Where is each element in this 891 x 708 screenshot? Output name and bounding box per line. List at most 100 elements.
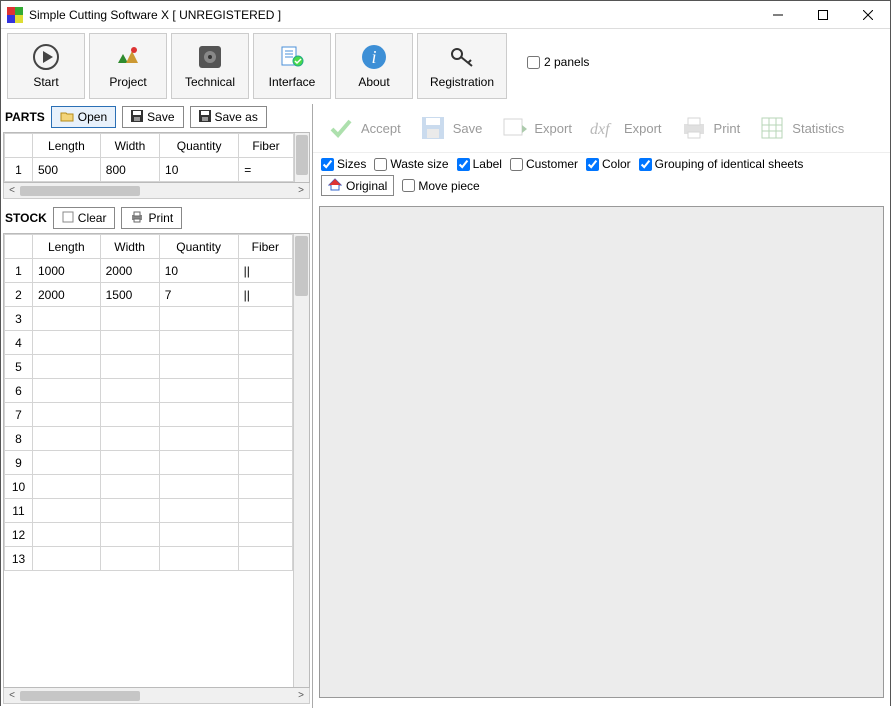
movepiece-checkbox[interactable] [402,179,415,192]
cell-fiber[interactable]: || [238,259,292,283]
accept-button[interactable]: Accept [319,108,409,148]
cell-quantity[interactable] [159,379,238,403]
registration-button[interactable]: Registration [417,33,507,99]
table-row[interactable]: 3 [5,307,293,331]
row-header[interactable]: 13 [5,547,33,571]
cell-width[interactable]: 800 [100,158,159,182]
row-header[interactable]: 1 [5,259,33,283]
cell-width[interactable] [100,523,159,547]
parts-col-quantity[interactable]: Quantity [160,134,239,158]
cell-length[interactable] [33,355,101,379]
original-button[interactable]: Original [321,175,394,196]
cell-quantity[interactable] [159,475,238,499]
parts-save-button[interactable]: Save [122,106,183,128]
cell-quantity[interactable]: 7 [159,283,238,307]
cell-quantity[interactable]: 10 [159,259,238,283]
cell-width[interactable] [100,547,159,571]
close-button[interactable] [845,1,890,29]
cell-quantity[interactable] [159,547,238,571]
stock-col-width[interactable]: Width [100,235,159,259]
grouping-checkbox[interactable] [639,158,652,171]
sizes-checkbox[interactable] [321,158,334,171]
cell-length[interactable] [33,379,101,403]
waste-checkbox[interactable] [374,158,387,171]
stock-col-quantity[interactable]: Quantity [159,235,238,259]
cell-length[interactable]: 1000 [33,259,101,283]
row-header[interactable]: 9 [5,451,33,475]
stock-col-length[interactable]: Length [33,235,101,259]
table-row[interactable]: 2 2000 1500 7 || [5,283,293,307]
cell-width[interactable] [100,403,159,427]
cell-width[interactable] [100,307,159,331]
stock-grid[interactable]: Length Width Quantity Fiber 1 1000 2000 … [3,233,310,688]
stock-clear-button[interactable]: Clear [53,207,116,229]
parts-horizontal-scrollbar[interactable]: < > [3,183,310,199]
parts-vertical-scrollbar[interactable] [294,133,309,182]
cell-width[interactable] [100,451,159,475]
scroll-left-icon[interactable]: < [6,185,18,196]
export-dxf-button[interactable]: dxf Export [582,108,670,148]
cell-quantity[interactable] [159,451,238,475]
row-header[interactable]: 1 [5,158,33,182]
cell-width[interactable] [100,331,159,355]
two-panels-checkbox[interactable] [527,56,540,69]
about-button[interactable]: i About [335,33,413,99]
row-header[interactable]: 12 [5,523,33,547]
cell-fiber[interactable]: || [238,283,292,307]
cell-length[interactable]: 2000 [33,283,101,307]
row-header[interactable]: 11 [5,499,33,523]
color-checkbox[interactable] [586,158,599,171]
cell-fiber[interactable] [238,379,292,403]
row-header[interactable]: 2 [5,283,33,307]
table-row[interactable]: 8 [5,427,293,451]
export-image-button[interactable]: Export [492,108,580,148]
cell-fiber[interactable] [238,451,292,475]
start-button[interactable]: Start [7,33,85,99]
cell-quantity[interactable] [159,427,238,451]
table-row[interactable]: 13 [5,547,293,571]
cell-fiber[interactable] [238,307,292,331]
table-row[interactable]: 9 [5,451,293,475]
cell-fiber[interactable] [238,403,292,427]
preview-canvas[interactable] [319,206,884,698]
cell-quantity[interactable] [159,307,238,331]
row-header[interactable]: 10 [5,475,33,499]
cell-width[interactable]: 2000 [100,259,159,283]
row-header[interactable]: 7 [5,403,33,427]
parts-saveas-button[interactable]: Save as [190,106,267,128]
cell-quantity[interactable]: 10 [160,158,239,182]
row-header[interactable]: 5 [5,355,33,379]
row-header[interactable]: 6 [5,379,33,403]
cell-length[interactable] [33,523,101,547]
row-header[interactable]: 4 [5,331,33,355]
stock-print-button[interactable]: Print [121,207,182,229]
stock-col-fiber[interactable]: Fiber [238,235,292,259]
stock-horizontal-scrollbar[interactable]: < > [3,688,310,704]
cell-length[interactable] [33,403,101,427]
cell-length[interactable] [33,427,101,451]
cell-quantity[interactable] [159,355,238,379]
parts-col-width[interactable]: Width [100,134,159,158]
table-row[interactable]: 10 [5,475,293,499]
minimize-button[interactable] [755,1,800,29]
cell-fiber[interactable] [238,523,292,547]
cell-fiber[interactable] [238,355,292,379]
cell-length[interactable] [33,499,101,523]
cell-fiber[interactable] [238,499,292,523]
cell-fiber[interactable]: = [239,158,294,182]
table-row[interactable]: 6 [5,379,293,403]
cell-width[interactable]: 1500 [100,283,159,307]
cell-quantity[interactable] [159,331,238,355]
cell-length[interactable] [33,475,101,499]
cell-quantity[interactable] [159,499,238,523]
cell-length[interactable] [33,331,101,355]
cell-width[interactable] [100,427,159,451]
label-checkbox[interactable] [457,158,470,171]
table-row[interactable]: 1 1000 2000 10 || [5,259,293,283]
cell-width[interactable] [100,475,159,499]
stock-vertical-scrollbar[interactable] [293,234,309,687]
row-header[interactable]: 3 [5,307,33,331]
cell-fiber[interactable] [238,331,292,355]
statistics-button[interactable]: Statistics [750,108,852,148]
parts-col-fiber[interactable]: Fiber [239,134,294,158]
